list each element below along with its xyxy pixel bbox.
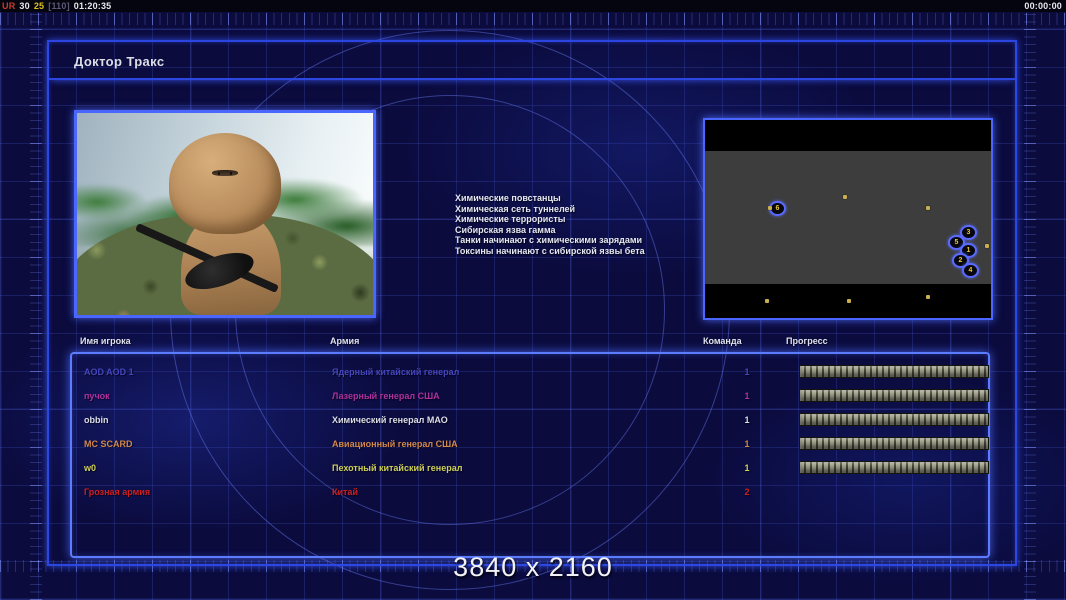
perk-line: Химические террористы [455,214,725,225]
perf-fps-value: 30 [19,1,29,11]
start-position-marker: 4 [962,263,979,278]
player-progress-cell [799,437,989,450]
progress-bar [799,389,989,402]
perk-line: Сибирская язва гамма [455,225,725,236]
resolution-label: 3840 x 2160 [0,552,1066,583]
map-dot-marker [843,195,847,199]
perf-ms-value: 25 [34,1,44,11]
header-team: Команда [703,336,742,346]
general-perks-list: Химические повстанцыХимическая сеть тунн… [455,193,725,256]
progress-bar [799,437,989,450]
map-dot-marker [926,295,930,299]
perk-line: Химическая сеть туннелей [455,204,725,215]
portrait-eye-band [212,170,238,177]
map-terrain-area: 635124 [705,151,991,284]
player-progress-cell [799,461,989,474]
player-progress-cell [799,389,989,402]
perk-line: Химические повстанцы [455,193,725,204]
player-army: Ядерный китайский генерал [332,367,459,377]
perf-counter: UR 30 25 [110] 01:20:35 [0,1,111,11]
perk-line: Токсины начинают с сибирской язвы бета [455,246,725,257]
title-band: Доктор Тракс [49,42,1015,80]
map-preview: 635124 [703,118,993,320]
ruler-right [1024,0,1036,600]
perf-clock-value: 01:20:35 [74,1,112,11]
header-army: Армия [330,336,359,346]
players-table: AOD AOD 1 Ядерный китайский генерал 1 пу… [70,352,990,558]
map-dot-marker [765,299,769,303]
perf-bracket-value: [110] [48,1,70,11]
player-army: Авиационный генерал США [332,439,458,449]
progress-bar [799,461,989,474]
player-team: 1 [727,415,767,425]
progress-bar [799,365,989,378]
table-row: Грозная армия Китай 2 [72,482,988,506]
progress-bar [799,413,989,426]
perf-ur-label: UR [2,1,15,11]
map-dot-marker [985,244,989,248]
player-team: 1 [727,439,767,449]
table-row: AOD AOD 1 Ядерный китайский генерал 1 [72,362,988,386]
perk-line: Танки начинают с химическими зарядами [455,235,725,246]
player-army: Лазерный генерал США [332,391,440,401]
player-name: obbin [84,415,109,425]
player-army: Химический генерал МАО [332,415,448,425]
ruler-top [0,13,1066,25]
map-dot-marker [847,299,851,303]
portrait-left-eye [218,172,220,174]
player-team: 1 [727,367,767,377]
map-dot-marker [768,206,772,210]
general-title: Доктор Тракс [74,54,165,69]
player-name: пучок [84,391,110,401]
header-progress: Прогресс [786,336,828,346]
player-progress-cell [799,413,989,426]
player-team: 1 [727,463,767,473]
player-team: 1 [727,391,767,401]
map-dot-marker [926,206,930,210]
status-bar: UR 30 25 [110] 01:20:35 00:00:00 [0,0,1066,12]
ruler-left [30,0,42,600]
game-timer: 00:00:00 [1024,1,1066,11]
player-name: w0 [84,463,96,473]
portrait-turban-head [169,133,281,234]
general-portrait-image [74,110,376,318]
player-army: Пехотный китайский генерал [332,463,462,473]
player-name: Грозная армия [84,487,150,497]
table-row: obbin Химический генерал МАО 1 [72,410,988,434]
table-row: w0 Пехотный китайский генерал 1 [72,458,988,482]
player-name: AOD AOD 1 [84,367,134,377]
player-name: MC SCARD [84,439,133,449]
table-row: MC SCARD Авиационный генерал США 1 [72,434,988,458]
player-progress-cell [799,365,989,378]
player-team: 2 [727,487,767,497]
table-row: пучок Лазерный генерал США 1 [72,386,988,410]
player-army: Китай [332,487,358,497]
players-table-headers: Имя игрока Армия Команда Прогресс [0,336,1066,350]
portrait-right-eye [230,172,232,174]
header-player-name: Имя игрока [80,336,131,346]
